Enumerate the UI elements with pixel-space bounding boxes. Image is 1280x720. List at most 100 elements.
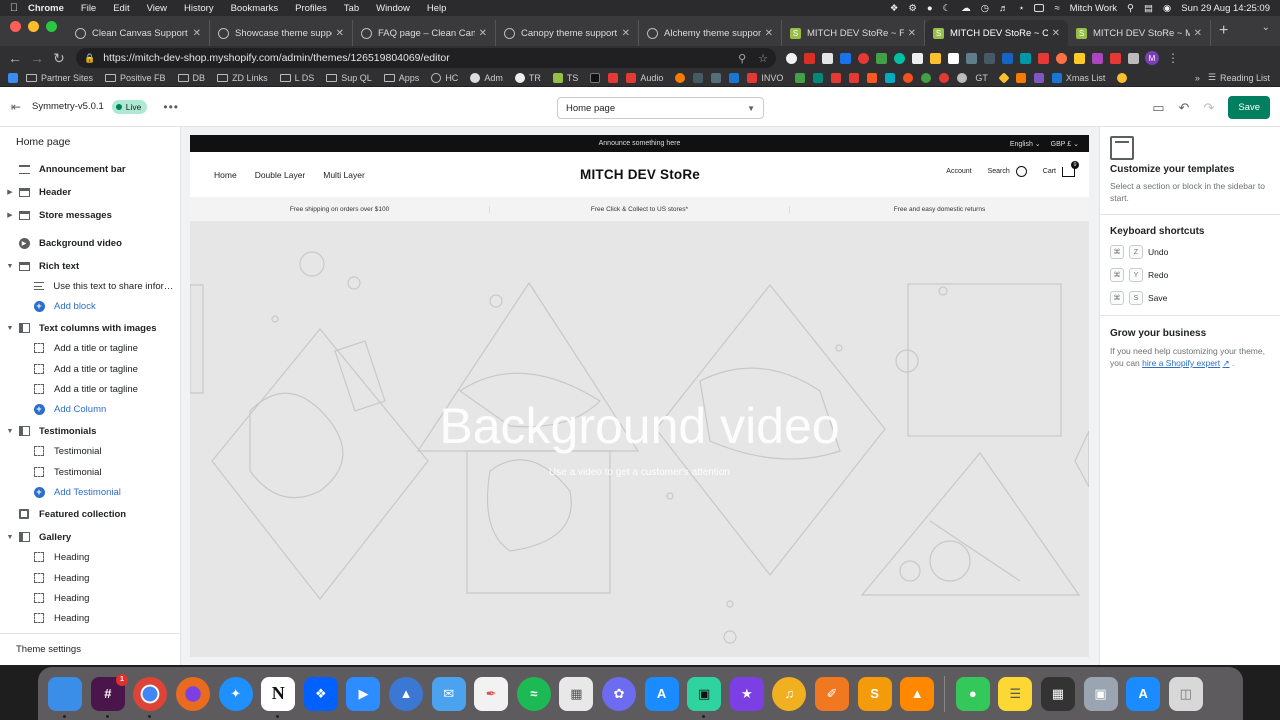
tab-search-chevron-icon[interactable]: ⌄	[1262, 22, 1270, 33]
extension-icon[interactable]	[1020, 52, 1031, 64]
bookmark-link[interactable]: Audio	[626, 73, 663, 83]
bookmark-folder[interactable]: ZD Links	[217, 73, 268, 83]
clock-status-icon[interactable]: ◷	[981, 3, 989, 14]
bookmark-folder[interactable]: Sup QL	[326, 73, 372, 83]
close-tab-icon[interactable]: ✕	[479, 28, 487, 39]
extension-icon[interactable]	[786, 52, 797, 64]
new-tab-button[interactable]: +	[1219, 22, 1228, 40]
sidebar-block-testimonial[interactable]: Testimonial	[0, 462, 181, 482]
page-select[interactable]: Home page ▼	[557, 97, 764, 119]
puzzle-extensions-icon[interactable]	[1128, 52, 1139, 64]
bookmark-icon-t[interactable]	[590, 73, 601, 83]
bookmark-icon[interactable]	[998, 72, 1010, 84]
moon-status-icon[interactable]: ☾	[943, 3, 952, 14]
extension-icon[interactable]	[912, 52, 923, 64]
sidebar-item-header[interactable]: ▶ Header	[0, 182, 181, 202]
lock-icon[interactable]: 🔒	[84, 53, 95, 64]
extension-icon[interactable]	[876, 52, 887, 64]
browser-tab[interactable]: Canopy theme support – C✕	[496, 20, 639, 46]
apple-icon[interactable]: 	[0, 2, 28, 14]
extension-icon[interactable]	[1056, 52, 1067, 64]
menu-app-name[interactable]: Chrome	[28, 3, 64, 14]
paint-app-icon[interactable]: ✐	[814, 676, 849, 711]
close-window-button[interactable]	[10, 20, 21, 32]
vlc-icon[interactable]: ▲	[900, 676, 935, 711]
close-tab-icon[interactable]: ✕	[622, 28, 630, 39]
more-actions-icon[interactable]: •••	[163, 100, 179, 114]
trash-icon[interactable]: ◫	[1168, 676, 1203, 711]
close-tab-icon[interactable]: ✕	[193, 28, 201, 39]
bookmark-icon[interactable]	[693, 73, 704, 83]
close-tab-icon[interactable]: ✕	[908, 28, 916, 39]
desktop-preview-icon[interactable]: ▭	[1152, 100, 1164, 116]
pen-icon[interactable]: ✒	[474, 676, 509, 711]
slack-icon[interactable]: #1	[90, 673, 128, 718]
sidebar-item-gallery[interactable]: ▼ Gallery	[0, 527, 181, 547]
bookmark-folder[interactable]: Positive FB	[105, 73, 166, 83]
search-link[interactable]: Search	[988, 168, 1010, 175]
back-icon[interactable]: ←	[4, 50, 26, 66]
extension-icon[interactable]	[840, 52, 851, 64]
cart-link[interactable]: Cart	[1043, 168, 1056, 175]
search-icon[interactable]	[1015, 166, 1027, 177]
menu-edit[interactable]: Edit	[113, 3, 129, 14]
sidebar-block-testimonial[interactable]: Testimonial	[0, 441, 181, 461]
bookmark-link[interactable]: GT	[975, 73, 988, 83]
menu-file[interactable]: File	[81, 3, 96, 14]
extension-icon[interactable]	[948, 52, 959, 64]
bookmark-icon[interactable]	[711, 73, 722, 83]
bookmark-link[interactable]: Adm	[470, 73, 503, 83]
notion-icon[interactable]: N	[261, 676, 296, 718]
announcement-bar[interactable]: Announce something here English ⌄ GBP £ …	[190, 135, 1089, 152]
bookmark-icon[interactable]	[903, 73, 914, 83]
sidebar-block-heading[interactable]: Heading	[0, 608, 181, 628]
add-column-button[interactable]: + Add Column	[0, 399, 181, 419]
dropbox-status-icon[interactable]: ❖	[890, 3, 899, 14]
extension-icon[interactable]	[1002, 52, 1013, 64]
menu-help[interactable]: Help	[427, 3, 447, 14]
sidebar-item-background-video[interactable]: ▶ Background video	[0, 233, 181, 253]
menu-profiles[interactable]: Profiles	[295, 3, 327, 14]
bookmark-icon[interactable]	[867, 73, 878, 83]
sublime-icon[interactable]: S	[857, 676, 892, 711]
nav-icon[interactable]: ▲	[389, 676, 424, 711]
caret-down-icon[interactable]: ▼	[5, 325, 15, 332]
apps-grid-icon[interactable]	[8, 73, 18, 83]
extension-icon[interactable]	[966, 52, 977, 64]
address-bar[interactable]: 🔒 https://mitch-dev-shop.myshopify.com/a…	[76, 48, 776, 68]
finder-icon[interactable]	[48, 676, 83, 718]
extension-icon[interactable]	[1074, 52, 1085, 64]
calculator-icon[interactable]: ▦	[1040, 676, 1075, 711]
caret-down-icon[interactable]: ▼	[5, 534, 15, 541]
menu-bookmarks[interactable]: Bookmarks	[231, 3, 279, 14]
close-tab-icon[interactable]: ✕	[1052, 28, 1060, 39]
video-app-icon[interactable]: ★	[729, 676, 764, 711]
preview-icon[interactable]: ▣	[1083, 676, 1118, 711]
browser-tab[interactable]: SMITCH DEV StoRe ~ FAQ✕	[782, 20, 925, 46]
zoom-window-button[interactable]	[46, 20, 57, 32]
wifi-icon[interactable]: ≈	[1054, 3, 1059, 14]
bookmark-icon[interactable]	[1033, 73, 1044, 83]
mail-icon[interactable]: ✉	[431, 676, 466, 711]
profile-avatar[interactable]: M	[1145, 51, 1159, 65]
sidebar-block-column[interactable]: Add a title or tagline	[0, 379, 181, 399]
hire-expert-link[interactable]: hire a Shopify expert	[1142, 358, 1220, 368]
bookmark-link[interactable]: TS	[552, 73, 578, 83]
browser-tab[interactable]: SMITCH DEV StoRe ~ Main✕	[1068, 20, 1211, 46]
app-store-icon[interactable]: A	[644, 676, 679, 711]
browser-tab[interactable]: FAQ page – Clean Canvas✕	[353, 20, 496, 46]
menu-datetime[interactable]: Sun 29 Aug 14:25:09	[1181, 3, 1270, 14]
bookmark-icon[interactable]	[957, 73, 968, 83]
browser-tab[interactable]: Showcase theme support ✕	[210, 20, 353, 46]
close-tab-icon[interactable]: ✕	[336, 28, 344, 39]
chrome-icon[interactable]	[133, 676, 168, 718]
currency-select[interactable]: GBP £ ⌄	[1051, 140, 1079, 148]
cloud-status-icon[interactable]: ☁	[961, 3, 971, 14]
theme-settings-link[interactable]: Theme settings	[16, 644, 81, 655]
audio-app-icon[interactable]: ♫	[772, 676, 807, 711]
bookmark-icon[interactable]	[831, 73, 842, 83]
sidebar-block-text[interactable]: Use this text to share informat...	[0, 276, 181, 296]
close-tab-icon[interactable]: ✕	[765, 28, 773, 39]
store-nav-multi-layer[interactable]: Multi Layer	[323, 170, 365, 180]
add-testimonial-button[interactable]: + Add Testimonial	[0, 482, 181, 502]
